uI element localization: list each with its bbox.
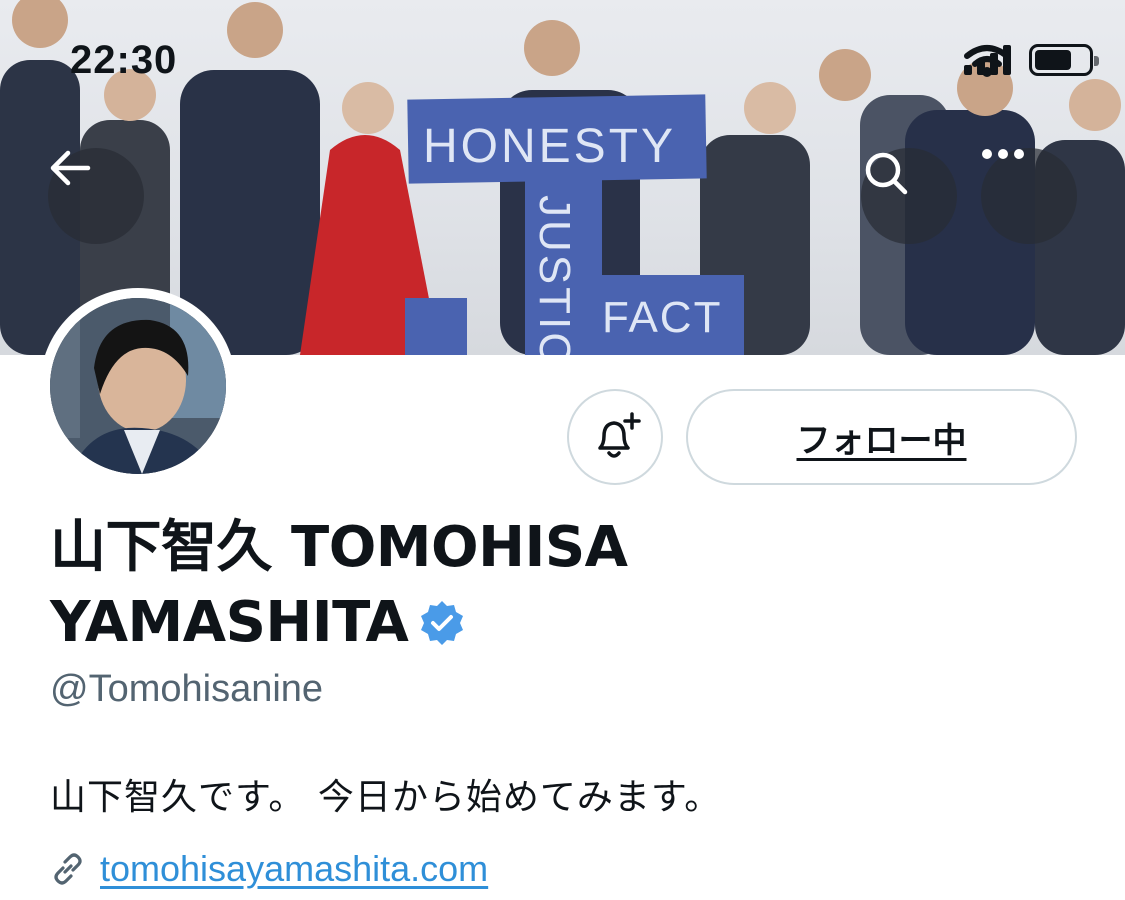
- profile-avatar[interactable]: [40, 288, 236, 484]
- profile-website-link[interactable]: tomohisayamashita.com: [100, 848, 488, 890]
- profile-website-row: tomohisayamashita.com: [50, 848, 488, 890]
- link-icon: [54, 853, 82, 885]
- status-indicators: [964, 44, 1099, 77]
- wifi-icon: [964, 45, 1010, 77]
- display-name: 山下智久 TOMOHISA YAMASHITA: [50, 510, 750, 660]
- display-name-line2: YAMASHITA: [50, 590, 409, 655]
- verified-badge-icon: [421, 601, 464, 645]
- profile-bio: 山下智久です。 今日から始めてみます。: [50, 777, 722, 818]
- following-button[interactable]: フォロー中: [686, 389, 1077, 485]
- battery-icon: [1029, 44, 1099, 76]
- bell-plus-icon: [598, 412, 641, 458]
- sign-honesty: HONESTY: [423, 120, 676, 173]
- more-horizontal-icon: [982, 149, 1024, 159]
- sign-fact: FACT: [602, 293, 722, 342]
- search-icon: [865, 152, 908, 195]
- search-button[interactable]: [861, 148, 957, 244]
- display-name-line1: 山下智久 TOMOHISA: [50, 515, 628, 580]
- display-name-line2-row: YAMASHITA: [50, 585, 750, 660]
- banner-signs: HONESTY JUSTICE FACT: [405, 94, 744, 355]
- notification-button[interactable]: [567, 389, 663, 485]
- sign-justice: JUSTICE: [530, 195, 579, 355]
- more-options-button[interactable]: [981, 148, 1077, 244]
- back-button[interactable]: [48, 148, 144, 244]
- avatar-photo: [50, 298, 226, 474]
- status-time: 22:30: [70, 38, 178, 82]
- user-handle: @Tomohisanine: [50, 668, 324, 710]
- arrow-left-icon: [50, 150, 91, 186]
